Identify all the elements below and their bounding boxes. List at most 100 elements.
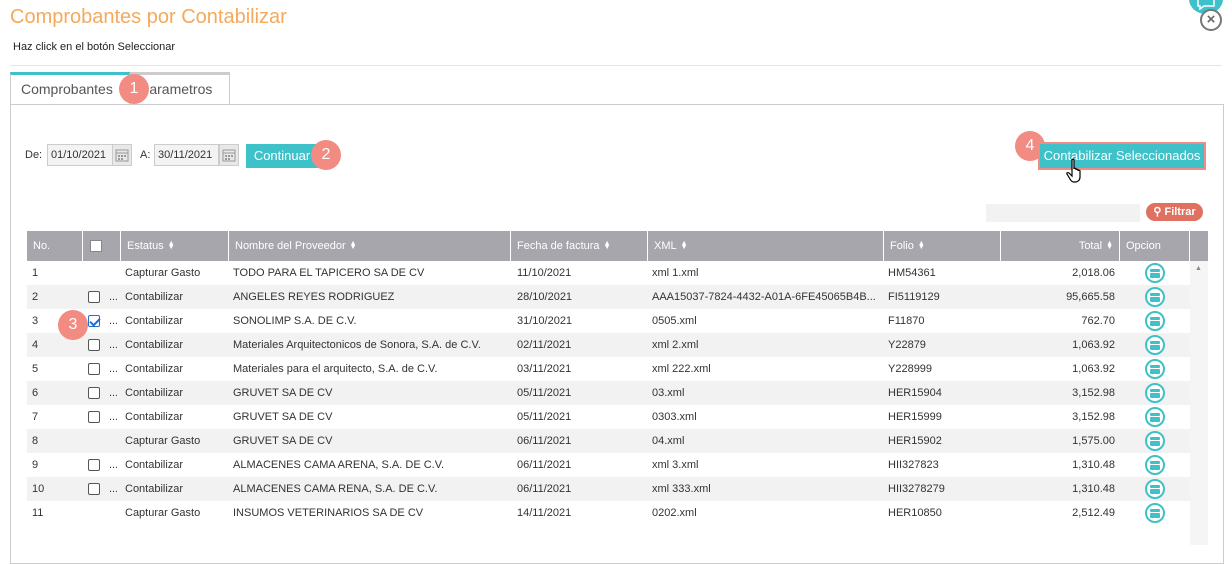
continue-button[interactable]: Continuar <box>246 144 318 168</box>
row-fecha: 28/10/2021 <box>517 291 573 303</box>
close-icon[interactable]: × <box>1200 9 1222 31</box>
folder-icon[interactable] <box>1145 359 1165 379</box>
row-checkbox[interactable] <box>88 315 102 327</box>
row-checkbox[interactable] <box>88 459 102 471</box>
divider <box>10 65 1222 66</box>
folder-icon[interactable] <box>1145 407 1165 427</box>
row-checkbox[interactable] <box>88 339 102 351</box>
col-header-no[interactable]: No. <box>27 231 83 261</box>
step-badge-1: 1 <box>119 74 149 104</box>
row-checkbox[interactable] <box>88 387 102 399</box>
scrollbar[interactable]: ▲ <box>1190 261 1208 545</box>
calendar-icon[interactable] <box>219 144 239 166</box>
row-total: 1,063.92 <box>1072 339 1115 351</box>
row-proveedor: GRUVET SA DE CV <box>233 411 333 423</box>
from-date-field[interactable]: 01/10/2021 <box>47 144 113 166</box>
row-number: 5 <box>32 363 39 375</box>
row-total: 2,512.49 <box>1072 507 1115 519</box>
folder-icon[interactable] <box>1145 287 1165 307</box>
folder-icon[interactable] <box>1145 335 1165 355</box>
row-fecha: 14/11/2021 <box>517 507 572 519</box>
row-proveedor: SONOLIMP S.A. DE C.V. <box>233 315 357 327</box>
row-folio: HII327823 <box>888 459 939 471</box>
row-checkbox[interactable] <box>88 291 102 303</box>
row-number: 11 <box>32 507 44 519</box>
table-row[interactable]: 10... Contabilizar ALMACENES CAMA RENA, S.… <box>27 477 1190 501</box>
folder-icon[interactable] <box>1145 311 1165 331</box>
row-number: 10 <box>32 483 45 495</box>
select-all-checkbox[interactable] <box>90 240 102 252</box>
folder-icon[interactable] <box>1145 479 1165 499</box>
row-fecha: 31/10/2021 <box>517 315 573 327</box>
sort-icon: ▲ ▼ <box>917 240 925 252</box>
col-header-folio[interactable]: Folio ▲ ▼ <box>884 231 1001 261</box>
row-fecha: 06/11/2021 <box>517 459 572 471</box>
scroll-up-icon: ▲ <box>1195 265 1202 272</box>
row-dots: ... <box>109 411 117 423</box>
row-fecha: 05/11/2021 <box>517 387 572 399</box>
row-proveedor: GRUVET SA DE CV <box>233 435 333 447</box>
row-total: 2,018.06 <box>1072 267 1115 279</box>
folder-icon[interactable] <box>1145 503 1165 523</box>
row-checkbox[interactable] <box>88 411 102 423</box>
row-dots: ... <box>109 459 117 471</box>
table-row[interactable]: 3...ContabilizarSONOLIMP S.A. DE C.V.31/… <box>27 309 1190 333</box>
table-row[interactable]: 8 Capturar Gasto GRUVET SA DE CV 06/11/2021… <box>27 429 1190 453</box>
row-checkbox[interactable] <box>88 363 102 375</box>
row-folio: Y22879 <box>888 339 926 351</box>
col-header-xml[interactable]: XML ▲ ▼ <box>648 231 884 261</box>
col-header-total[interactable]: Total ▲ ▼ <box>1001 231 1120 261</box>
row-total: 1,310.48 <box>1072 483 1115 495</box>
row-dots: ... <box>109 291 117 303</box>
row-xml: 04.xml <box>652 435 685 447</box>
table-row[interactable]: 4...ContabilizarMateriales Arquitectonic… <box>27 333 1190 357</box>
table-row[interactable]: 11 Capturar Gasto INSUMOS VETERINARIOS SA … <box>27 501 1190 525</box>
row-dots <box>109 261 117 285</box>
filter-button[interactable]: ⚲ Filtrar <box>1146 203 1203 221</box>
row-folio: HM54361 <box>888 267 936 279</box>
col-header-opcion: Opcion <box>1120 231 1190 261</box>
sort-icon: ▲ ▼ <box>603 240 611 252</box>
row-checkbox[interactable] <box>88 483 102 495</box>
folder-icon[interactable] <box>1145 383 1165 403</box>
to-label: A: <box>140 149 151 161</box>
folder-icon[interactable] <box>1145 431 1165 451</box>
col-header-fecha[interactable]: Fecha de factura ▲ ▼ <box>511 231 648 261</box>
table-row[interactable]: 1 Capturar Gasto TODO PARA EL TAPICERO SA … <box>27 261 1190 285</box>
calendar-icon[interactable] <box>112 144 132 166</box>
search-icon: ⚲ <box>1153 206 1162 218</box>
row-proveedor: INSUMOS VETERINARIOS SA DE CV <box>233 507 424 519</box>
to-date-field[interactable]: 30/11/2021 <box>154 144 219 166</box>
sort-icon: ▲ ▼ <box>349 240 357 252</box>
row-proveedor: ALMACENES CAMA ARENA, S.A. DE C.V. <box>233 459 445 471</box>
table-row[interactable]: 2... Contabilizar ANGELES REYES RODRIGUEZ 2… <box>27 285 1190 309</box>
tab-comprobantes[interactable]: Comprobantes <box>10 72 130 105</box>
folder-icon[interactable] <box>1145 455 1165 475</box>
row-dots: ... <box>109 363 117 375</box>
row-estatus: Contabilizar <box>125 459 184 471</box>
row-number: 2 <box>32 291 39 303</box>
row-estatus: Contabilizar <box>125 411 184 423</box>
row-number: 8 <box>32 435 39 447</box>
col-header-proveedor[interactable]: Nombre del Proveedor ▲ ▼ <box>229 231 511 261</box>
table-row[interactable]: 5... Contabilizar Materiales para el arqui… <box>27 357 1190 381</box>
row-folio: F11870 <box>888 315 925 327</box>
row-xml: 0303.xml <box>652 411 697 423</box>
filter-button-label: Filtrar <box>1164 206 1196 218</box>
filter-input[interactable] <box>986 204 1140 222</box>
table-row[interactable]: 6... Contabilizar GRUVET SA DE CV 05/11/202… <box>27 381 1190 405</box>
row-proveedor: Materiales para el arquitecto, S.A. de C… <box>233 363 438 375</box>
contabilizar-seleccionados-button[interactable]: Contabilizar Seleccionados <box>1040 144 1204 168</box>
row-xml: 0505.xml <box>652 315 697 327</box>
table-row[interactable]: 7... Contabilizar GRUVET SA DE CV 05/11/202… <box>27 405 1190 429</box>
table-row[interactable]: 9... Contabilizar ALMACENES CAMA ARENA, S.… <box>27 453 1190 477</box>
row-proveedor: TODO PARA EL TAPICERO SA DE CV <box>233 267 425 279</box>
row-dots: ... <box>109 387 117 399</box>
row-folio: HER10850 <box>888 507 942 519</box>
folder-icon[interactable] <box>1145 263 1165 283</box>
row-number: 9 <box>32 459 39 471</box>
col-header-estatus[interactable]: Estatus ▲ ▼ <box>121 231 229 261</box>
col-header-select <box>83 231 121 261</box>
row-xml: 0202.xml <box>652 507 697 519</box>
row-xml: AAA15037-7824-4432-A01A-6FE45065B4B... <box>652 291 876 303</box>
